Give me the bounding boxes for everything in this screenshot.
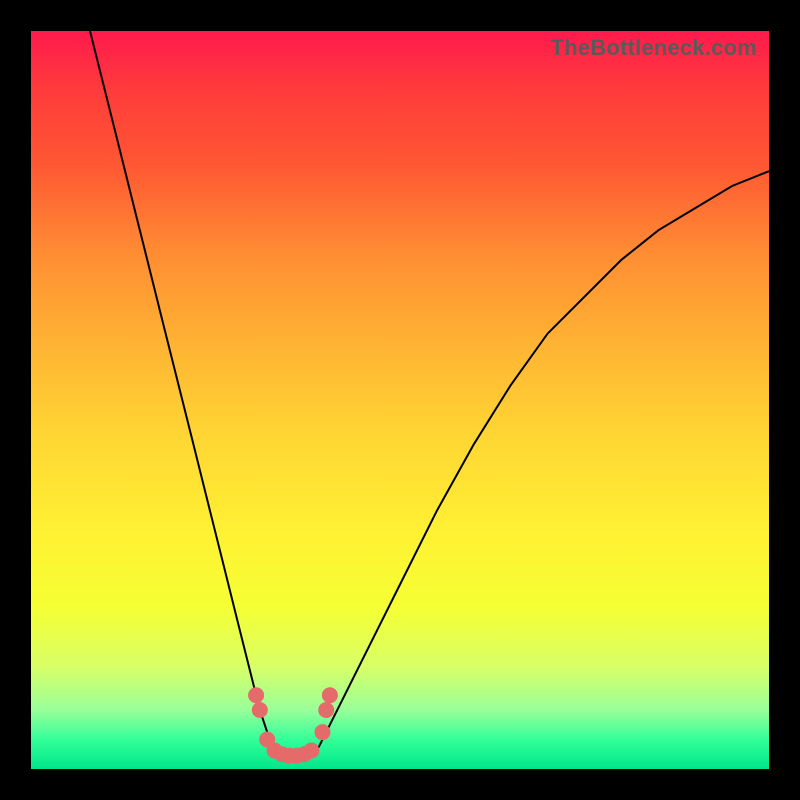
plot-area: TheBottleneck.com — [31, 31, 769, 769]
dip-marker-dot — [315, 724, 331, 740]
dip-markers-group — [248, 687, 338, 764]
bottleneck-curve — [90, 31, 769, 762]
dip-marker-dot — [248, 687, 264, 703]
dip-marker-dot — [252, 702, 268, 718]
dip-marker-dot — [303, 743, 319, 759]
chart-svg — [31, 31, 769, 769]
dip-marker-dot — [322, 687, 338, 703]
chart-frame: TheBottleneck.com — [0, 0, 800, 800]
dip-marker-dot — [318, 702, 334, 718]
